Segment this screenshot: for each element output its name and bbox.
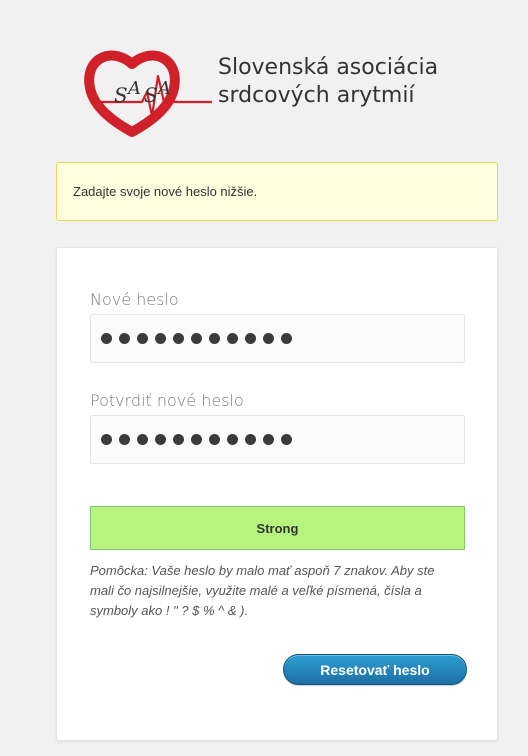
reset-password-page: S A S A Slovenská asociácia srdcových ar… <box>0 0 528 756</box>
masked-password-dots <box>101 333 292 344</box>
heart-ecg-logo-icon: S A S A <box>84 50 212 137</box>
confirm-password-label: Potvrdiť nové heslo <box>90 391 244 410</box>
svg-text:A: A <box>126 78 141 99</box>
svg-text:A: A <box>156 78 171 99</box>
new-password-input[interactable] <box>90 314 465 363</box>
svg-text:S: S <box>114 83 128 107</box>
site-logo[interactable]: S A S A Slovenská asociácia srdcových ar… <box>84 40 484 138</box>
password-hint: Pomôcka: Vaše heslo by malo mať aspoň 7 … <box>90 563 435 618</box>
svg-text:S: S <box>144 83 158 107</box>
new-password-label: Nové heslo <box>90 290 179 309</box>
info-message-text: Zadajte svoje nové heslo nižšie. <box>73 184 258 199</box>
reset-password-button[interactable]: Resetovať heslo <box>283 654 467 685</box>
masked-password-dots <box>101 434 292 445</box>
reset-password-form: Nové heslo Potvrdiť nové heslo Strong Po… <box>56 247 498 741</box>
confirm-password-input[interactable] <box>90 415 465 464</box>
logo-line-2: srdcových arytmií <box>218 83 415 108</box>
logo-line-1: Slovenská asociácia <box>218 55 439 80</box>
info-message: Zadajte svoje nové heslo nižšie. <box>56 162 498 221</box>
password-strength-indicator: Strong <box>90 506 465 550</box>
logo-wordmark: Slovenská asociácia srdcových arytmií <box>218 54 438 110</box>
